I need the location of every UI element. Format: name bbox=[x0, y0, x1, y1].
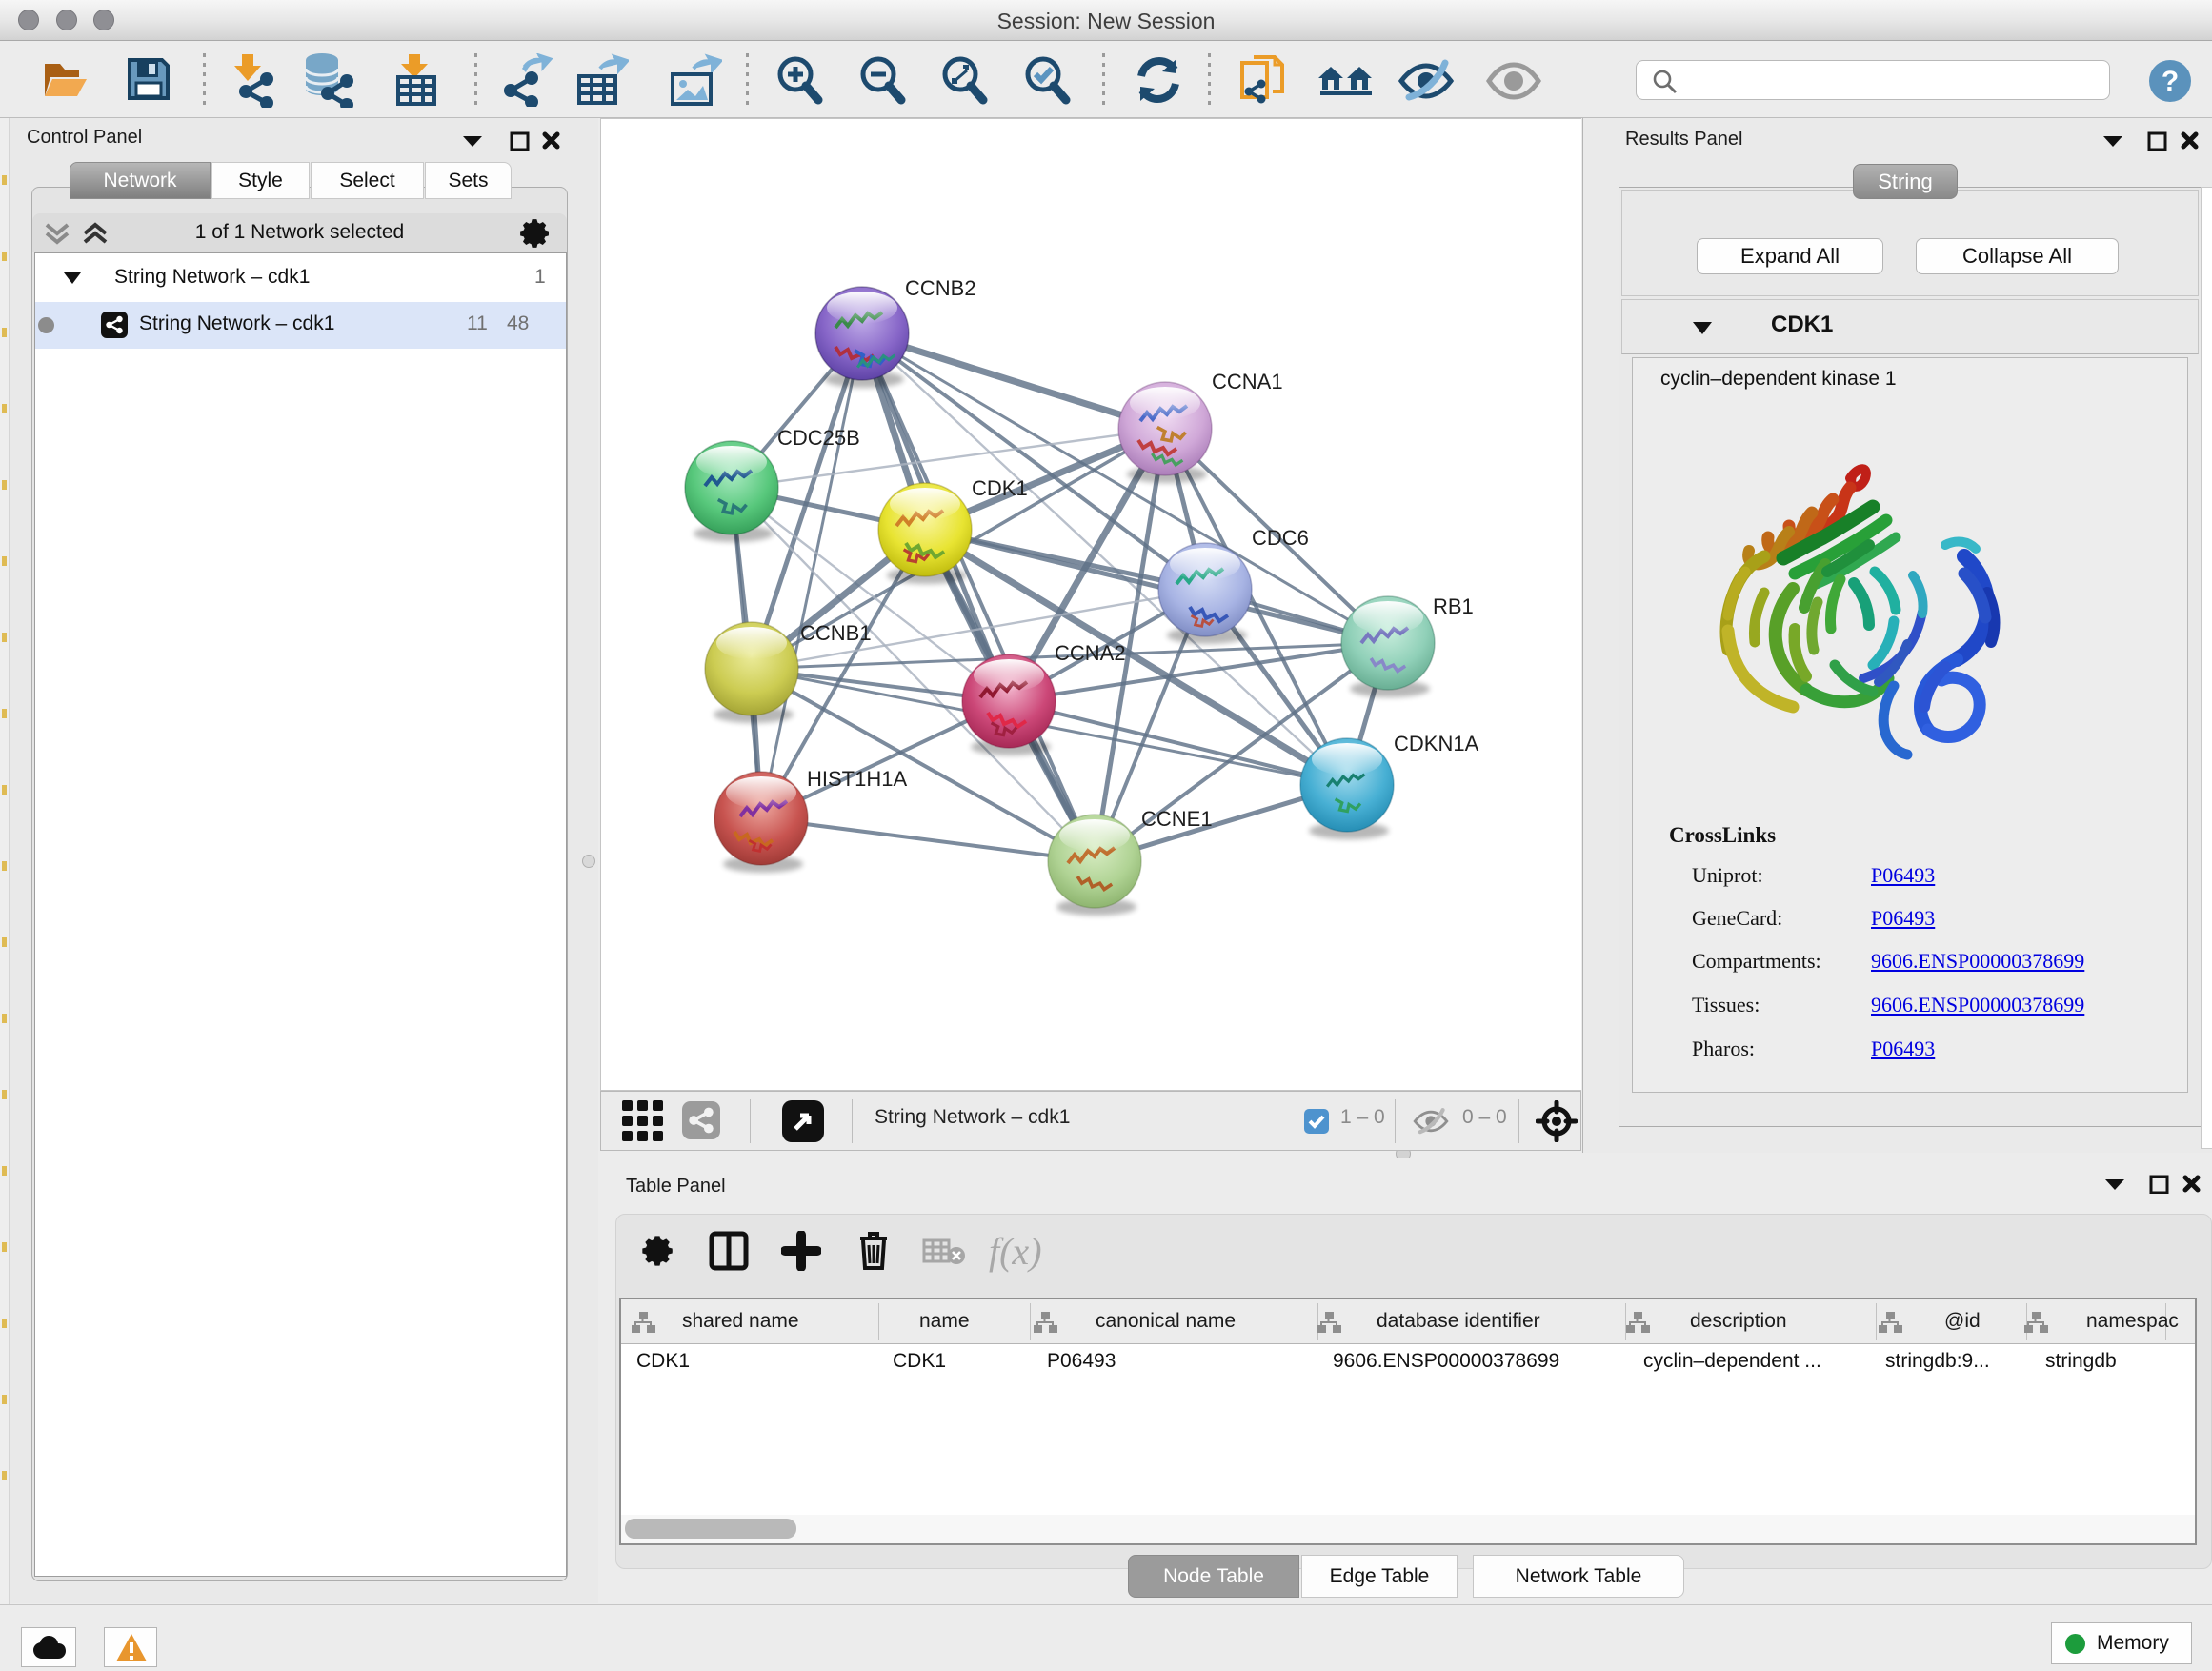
svg-text:CCNA1: CCNA1 bbox=[1212, 370, 1283, 393]
svg-text:CCNE1: CCNE1 bbox=[1141, 807, 1213, 831]
svg-text:CDKN1A: CDKN1A bbox=[1394, 732, 1479, 755]
svg-text:CCNA2: CCNA2 bbox=[1055, 641, 1126, 665]
svg-text:HIST1H1A: HIST1H1A bbox=[807, 767, 907, 791]
svg-text:CDC6: CDC6 bbox=[1252, 526, 1309, 550]
svg-text:CDK1: CDK1 bbox=[972, 476, 1028, 500]
svg-text:CCNB1: CCNB1 bbox=[800, 621, 872, 645]
svg-text:RB1: RB1 bbox=[1433, 594, 1474, 618]
svg-text:?: ? bbox=[2162, 66, 2179, 97]
svg-text:CDC25B: CDC25B bbox=[777, 426, 860, 450]
svg-text:CCNB2: CCNB2 bbox=[905, 276, 976, 300]
